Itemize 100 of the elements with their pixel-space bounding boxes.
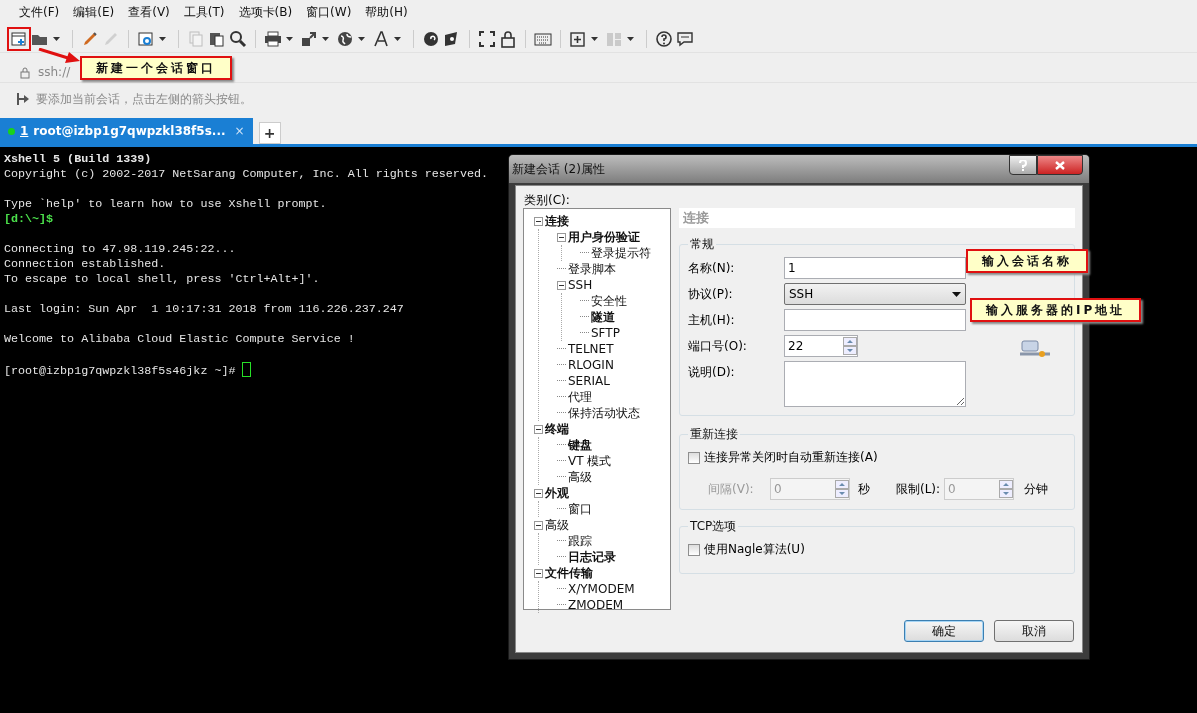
font-icon[interactable] — [372, 29, 390, 48]
cancel-button[interactable]: 取消 — [994, 620, 1074, 642]
field-label: 限制(L): — [896, 480, 942, 498]
tree-item[interactable]: VT 模式 — [568, 452, 612, 470]
arrow — [38, 48, 80, 63]
collapse-icon[interactable] — [534, 216, 543, 226]
callout: 新建一个会话窗口 — [80, 56, 232, 80]
checkbox-label[interactable]: 连接异常关闭时自动重新连接(A) — [704, 449, 878, 466]
collapse-icon[interactable] — [534, 424, 543, 434]
session-tab[interactable]: 1 root@izbp1g7qwpzkl38f5s... × — [0, 118, 253, 144]
tree-item[interactable]: 隧道 — [591, 308, 615, 326]
tree-item[interactable]: 文件传输 — [545, 564, 593, 582]
collapse-icon[interactable] — [557, 280, 566, 290]
terminal-line: Welcome to Alibaba Cloud Elastic Compute Service ! — [4, 332, 355, 346]
caret-icon[interactable] — [159, 36, 166, 41]
caret-icon[interactable] — [53, 36, 60, 41]
ok-button[interactable]: 确定 — [904, 620, 984, 642]
collapse-icon[interactable] — [534, 568, 543, 578]
spinner-icon[interactable] — [999, 480, 1013, 498]
lock-icon[interactable] — [499, 29, 517, 48]
caret-icon[interactable] — [286, 36, 293, 41]
tree-item[interactable]: 日志记录 — [568, 548, 616, 566]
tree-item[interactable]: 终端 — [545, 420, 569, 438]
collapse-icon[interactable] — [534, 520, 543, 530]
category-label: 类别(C): — [524, 192, 570, 209]
collapse-icon[interactable] — [557, 232, 566, 242]
menu-item[interactable]: 工具(T) — [176, 4, 232, 21]
menu-item[interactable]: 文件(F) — [12, 4, 67, 21]
dialog-title: 新建会话 (2)属性 — [512, 160, 605, 178]
terminal-line: Last login: Sun Apr 1 10:17:31 2018 from 116.226.237.247 — [4, 302, 404, 316]
caret-icon — [952, 291, 961, 297]
collapse-icon[interactable] — [534, 488, 543, 498]
chat-icon[interactable] — [676, 29, 694, 48]
tree-item[interactable]: 外观 — [545, 484, 569, 502]
close-button[interactable] — [1037, 155, 1083, 175]
port-field[interactable]: 22 — [784, 335, 858, 357]
caret-icon[interactable] — [358, 36, 365, 41]
tree-item[interactable]: TELNET — [568, 342, 614, 356]
description-field[interactable] — [784, 361, 966, 407]
tab-number: 1 — [20, 124, 29, 138]
field-label: 说明(D): — [688, 364, 736, 381]
tree-item[interactable]: SERIAL — [568, 374, 610, 388]
tree-item[interactable]: 登录提示符 — [591, 244, 651, 262]
checkbox[interactable] — [688, 543, 700, 556]
tree-item[interactable]: 登录脚本 — [568, 260, 616, 278]
help-icon[interactable] — [655, 29, 673, 48]
caret-icon[interactable] — [591, 36, 598, 41]
tree-item[interactable]: SSH — [568, 278, 593, 292]
caret-icon[interactable] — [394, 36, 401, 41]
checkbox-label[interactable]: 使用Nagle算法(U) — [704, 541, 805, 558]
tree-item[interactable]: 安全性 — [591, 292, 627, 310]
tree-item[interactable]: 窗口 — [568, 500, 592, 518]
transfer-icon[interactable] — [300, 29, 318, 48]
terminal-line: Type `help' to learn how to use Xshell prompt. — [4, 197, 327, 211]
tree-item[interactable]: ZMODEM — [568, 598, 624, 612]
tree-item[interactable]: 保持活动状态 — [568, 404, 640, 422]
printer-icon[interactable] — [264, 29, 282, 48]
menu-item[interactable]: 选项卡(B) — [231, 4, 300, 21]
settings-window-icon[interactable] — [137, 29, 155, 48]
protocol-dropdown[interactable]: SSH — [784, 283, 966, 305]
menu-item[interactable]: 窗口(W) — [299, 4, 359, 21]
tree-item[interactable]: 用户身份验证 — [568, 228, 640, 246]
tab-title: root@izbp1g7qwpzkl38f5s... — [33, 124, 226, 138]
checkbox[interactable] — [688, 451, 700, 464]
help-button[interactable] — [1009, 155, 1037, 175]
callout: 输入服务器的IP地址 — [970, 298, 1142, 322]
terminal-line: To escape to local shell, press 'Ctrl+Alt+]'. — [4, 272, 320, 286]
fullscreen-icon[interactable] — [478, 29, 496, 48]
tree-item[interactable]: SFTP — [591, 326, 620, 340]
menu-item[interactable]: 查看(V) — [121, 4, 177, 21]
tree-item[interactable]: RLOGIN — [568, 358, 614, 372]
tree-item[interactable]: 高级 — [545, 516, 569, 534]
search-icon[interactable] — [229, 29, 247, 48]
tree-item[interactable]: X/YMODEM — [568, 582, 635, 596]
caret-icon[interactable] — [627, 36, 634, 41]
swirl-icon[interactable] — [422, 29, 440, 48]
add-icon[interactable] — [569, 29, 587, 48]
close-icon — [1055, 160, 1065, 170]
tree-item[interactable]: 代理 — [568, 388, 592, 406]
terminal-line: Copyright (c) 2002-2017 NetSarang Computer, Inc. All rights reserved. — [4, 167, 488, 181]
arrow-icon[interactable] — [16, 92, 30, 106]
spinner-icon[interactable] — [835, 480, 849, 498]
menu-item[interactable]: 帮助(H) — [358, 4, 415, 21]
name-field[interactable]: 1 — [784, 257, 966, 279]
pen-icon[interactable] — [81, 29, 99, 48]
tree-item[interactable]: 高级 — [568, 468, 592, 486]
new-window-icon[interactable] — [10, 29, 28, 48]
tree-item[interactable]: 连接 — [545, 212, 569, 230]
new-tab-button[interactable]: + — [258, 122, 281, 144]
globe-icon[interactable] — [336, 29, 354, 48]
terminal-line: Connection established. — [4, 257, 166, 271]
caret-icon[interactable] — [322, 36, 329, 41]
tree-item[interactable]: 跟踪 — [568, 532, 592, 550]
tree-item[interactable]: 键盘 — [568, 436, 592, 454]
group-title: 常规 — [689, 236, 715, 253]
section-header: 连接 — [679, 208, 1075, 228]
group-title: TCP选项 — [689, 518, 738, 535]
host-field[interactable] — [784, 309, 966, 331]
spinner-icon[interactable] — [843, 337, 857, 355]
menu-item[interactable]: 编辑(E) — [66, 4, 122, 21]
